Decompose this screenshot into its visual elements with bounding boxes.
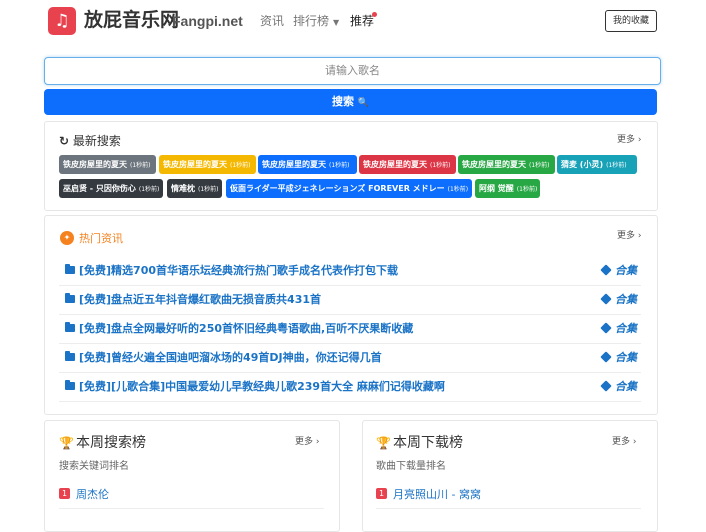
tag-text: 猜麦 (小灵) — [561, 160, 604, 169]
trophy-icon: 🏆 — [59, 436, 74, 450]
weekly-download-item[interactable]: 月亮照山川 - 窝窝 — [393, 486, 481, 502]
weekly-search-subtitle: 搜索关键词排名 — [59, 461, 129, 472]
collection-tag[interactable]: 合集 — [600, 321, 637, 337]
recent-search-more-link[interactable]: 更多 › — [617, 133, 641, 147]
recent-search-tag[interactable]: 铁皮房屋里的夏天 (1秒前) — [258, 155, 357, 174]
divider — [376, 508, 641, 509]
weekly-search-title: 本周搜索榜 — [76, 435, 146, 451]
tag-icon — [600, 293, 612, 305]
site-domain[interactable]: Fangpi.net — [172, 11, 243, 31]
collection-label: 合集 — [615, 264, 637, 277]
search-button-label: 搜索 — [331, 95, 354, 108]
news-link[interactable]: [免费]盘点近五年抖音爆红歌曲无损音质共431首 — [79, 292, 321, 308]
folder-icon — [65, 264, 75, 274]
tag-text: 铁皮房屋里的夏天 — [363, 160, 427, 169]
recent-search-tag[interactable]: 猜麦 (小灵) (1秒前) — [557, 155, 637, 174]
tag-time: (1秒前) — [516, 186, 538, 193]
news-row: [免费][儿歌合集]中国最爱幼儿早教经典儿歌239首大全 麻麻们记得收藏啊 合集 — [59, 373, 641, 402]
collection-label: 合集 — [615, 380, 637, 393]
divider — [59, 508, 324, 509]
news-link[interactable]: [免费]曾经火遍全国迪吧溜冰场的49首DJ神曲，你还记得几首 — [79, 350, 382, 366]
recent-search-header: ↻ 最新搜索 — [59, 133, 121, 149]
weekly-search-item[interactable]: 周杰伦 — [76, 486, 109, 502]
tag-time: (1秒前) — [198, 186, 219, 193]
tag-text: 铁皮房屋里的夏天 — [163, 160, 227, 169]
recent-search-tag[interactable]: 阿纲 觉醒 (1秒前) — [475, 179, 540, 198]
folder-icon — [65, 293, 75, 303]
news-row: [免费]盘点近五年抖音爆红歌曲无损音质共431首 合集 — [59, 286, 641, 315]
tag-text: 铁皮房屋里的夏天 — [262, 160, 326, 169]
weekly-download-subtitle: 歌曲下载量排名 — [376, 461, 446, 472]
news-link[interactable]: [免费][儿歌合集]中国最爱幼儿早教经典儿歌239首大全 麻麻们记得收藏啊 — [79, 379, 445, 395]
tag-time: (1秒前) — [606, 162, 627, 169]
search-icon: 🔍 — [357, 98, 370, 108]
chevron-down-icon: ▼ — [333, 18, 340, 27]
folder-icon — [65, 380, 75, 390]
tag-time: (1秒前) — [230, 162, 251, 169]
weekly-download-title: 本周下载榜 — [393, 435, 463, 451]
nav-news[interactable]: 资讯 — [260, 12, 284, 30]
nav-charts[interactable]: 排行榜 ▼ — [293, 12, 339, 32]
recent-search-tag[interactable]: 铁皮房屋里的夏天 (1秒前) — [359, 155, 456, 174]
tag-icon — [600, 380, 612, 392]
tag-text: 阿纲 觉醒 — [479, 184, 514, 193]
search-button[interactable]: 搜索 🔍 — [44, 89, 657, 115]
recent-search-tag[interactable]: 铁皮房屋里的夏天 (1秒前) — [159, 155, 256, 174]
nav-charts-label: 排行榜 — [293, 14, 330, 28]
tag-text: 仮面ライダー平成ジェネレーションズ FOREVER メドレー — [230, 184, 445, 193]
news-row: [免费]曾经火遍全国迪吧溜冰场的49首DJ神曲，你还记得几首 合集 — [59, 344, 641, 373]
news-row: [免费]精选700首华语乐坛经典流行热门歌手成名代表作打包下载 合集 — [59, 257, 641, 286]
megaphone-icon: ✦ — [60, 231, 74, 245]
news-link[interactable]: [免费]盘点全网最好听的250首怀旧经典粤语歌曲,百听不厌果断收藏 — [79, 321, 413, 337]
tag-icon — [600, 351, 612, 363]
weekly-search-more-link[interactable]: 更多 › — [295, 435, 319, 449]
tag-text: 巫启贤 - 只因你伤心 — [63, 184, 136, 193]
rank-badge: 1 — [376, 488, 387, 499]
recent-search-tag[interactable]: 情难枕 (1秒前) — [167, 179, 222, 198]
notification-dot — [372, 12, 377, 17]
collection-tag[interactable]: 合集 — [600, 263, 637, 279]
history-icon: ↻ — [59, 134, 70, 148]
tag-icon — [600, 322, 612, 334]
recent-search-title: 最新搜索 — [72, 134, 121, 148]
collection-label: 合集 — [615, 322, 637, 335]
tag-icon — [600, 264, 612, 276]
collection-label: 合集 — [615, 351, 637, 364]
recent-search-tag[interactable]: 铁皮房屋里的夏天 (1秒前) — [458, 155, 555, 174]
recent-search-tag[interactable]: 巫启贤 - 只因你伤心 (1秒前) — [59, 179, 163, 198]
folder-icon — [65, 322, 75, 332]
tag-time: (1秒前) — [138, 186, 160, 193]
hot-news-more-link[interactable]: 更多 › — [617, 229, 641, 243]
collection-label: 合集 — [615, 293, 637, 306]
trophy-icon: 🏆 — [376, 436, 391, 450]
tag-time: (1秒前) — [529, 162, 550, 169]
collection-tag[interactable]: 合集 — [600, 292, 637, 308]
tag-time: (1秒前) — [447, 186, 469, 193]
nav-recommend[interactable]: 推荐 — [350, 12, 374, 30]
collection-tag[interactable]: 合集 — [600, 350, 637, 366]
collection-tag[interactable]: 合集 — [600, 379, 637, 395]
rank-badge: 1 — [59, 488, 70, 499]
recent-search-tag[interactable]: 仮面ライダー平成ジェネレーションズ FOREVER メドレー (1秒前) — [226, 179, 472, 198]
news-link[interactable]: [免费]精选700首华语乐坛经典流行热门歌手成名代表作打包下载 — [79, 263, 398, 279]
site-name[interactable]: 放屁音乐网 — [84, 7, 179, 33]
recent-search-tag[interactable]: 铁皮房屋里的夏天 (1秒前) — [59, 155, 156, 174]
news-row: [免费]盘点全网最好听的250首怀旧经典粤语歌曲,百听不厌果断收藏 合集 — [59, 315, 641, 344]
tag-text: 铁皮房屋里的夏天 — [63, 160, 127, 169]
tag-time: (1秒前) — [430, 162, 451, 169]
tag-time: (1秒前) — [130, 162, 151, 169]
folder-icon — [65, 351, 75, 361]
tag-text: 铁皮房屋里的夏天 — [462, 160, 526, 169]
tag-text: 情难枕 — [171, 184, 195, 193]
hot-news-title: 热门资讯 — [79, 232, 123, 245]
site-logo-icon[interactable]: ♫ — [48, 7, 76, 35]
search-input[interactable] — [44, 57, 661, 85]
weekly-download-more-link[interactable]: 更多 › — [612, 435, 636, 449]
my-favorites-button[interactable]: 我的收藏 — [605, 10, 657, 32]
tag-time: (1秒前) — [329, 162, 350, 169]
